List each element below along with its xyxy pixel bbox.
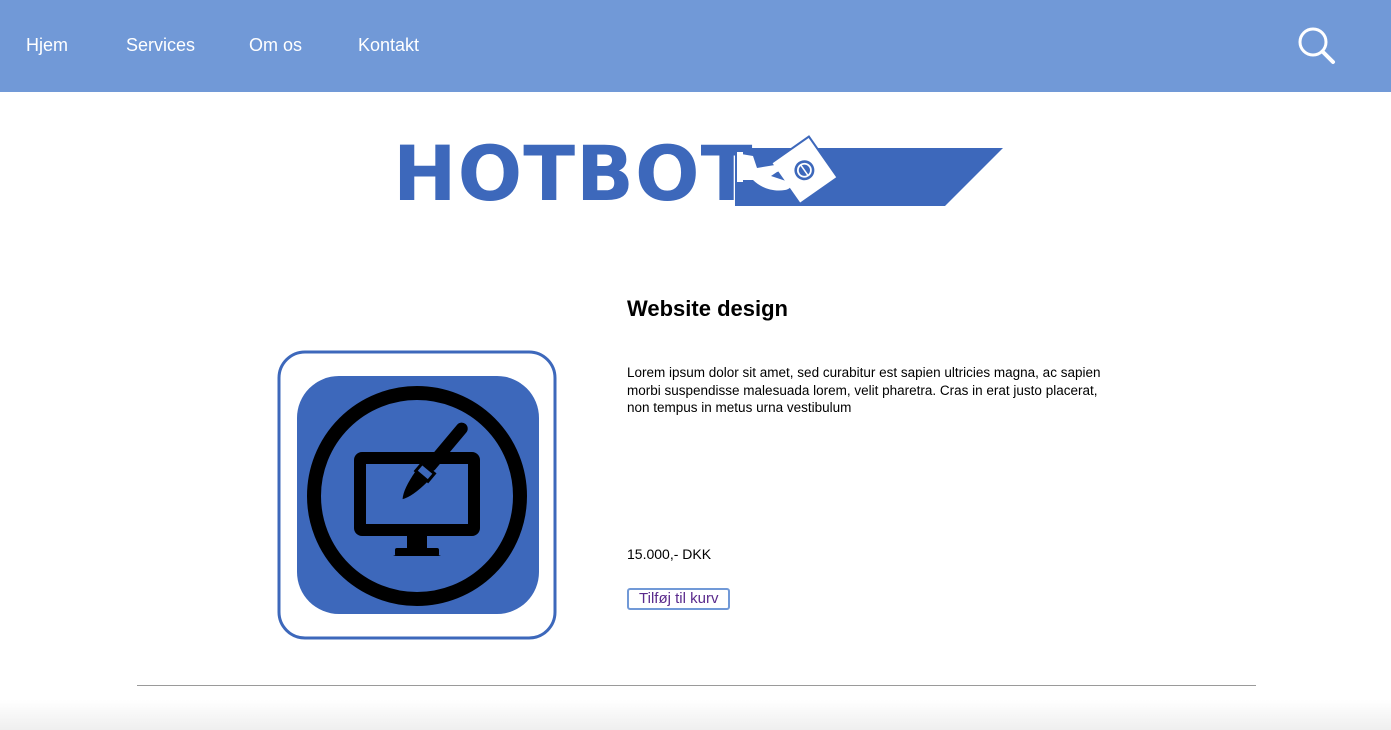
product-price: 15.000,- DKK xyxy=(627,546,712,562)
nav-link-om-os[interactable]: Om os xyxy=(249,34,302,56)
nav-link-kontakt[interactable]: Kontakt xyxy=(358,34,419,56)
section-divider xyxy=(137,685,1256,686)
product-title: Website design xyxy=(627,296,788,321)
nav-link-hjem[interactable]: Hjem xyxy=(26,34,68,56)
hand-with-money-icon xyxy=(735,135,1003,206)
top-navbar: Hjem Services Om os Kontakt xyxy=(0,0,1391,92)
footer-shadow xyxy=(0,700,1391,730)
monitor-paintbrush-icon xyxy=(277,350,557,640)
search-icon xyxy=(1298,27,1335,64)
product-description: Lorem ipsum dolor sit amet, sed curabitu… xyxy=(627,365,1101,415)
product-image xyxy=(277,350,557,645)
logo-text: HOTBOT xyxy=(393,129,754,218)
nav-link-services[interactable]: Services xyxy=(126,34,195,56)
add-to-cart-button[interactable]: Tilføj til kurv xyxy=(627,588,731,610)
search-button[interactable] xyxy=(1297,26,1337,66)
site-logo[interactable]: HOTBOT xyxy=(393,128,1005,212)
